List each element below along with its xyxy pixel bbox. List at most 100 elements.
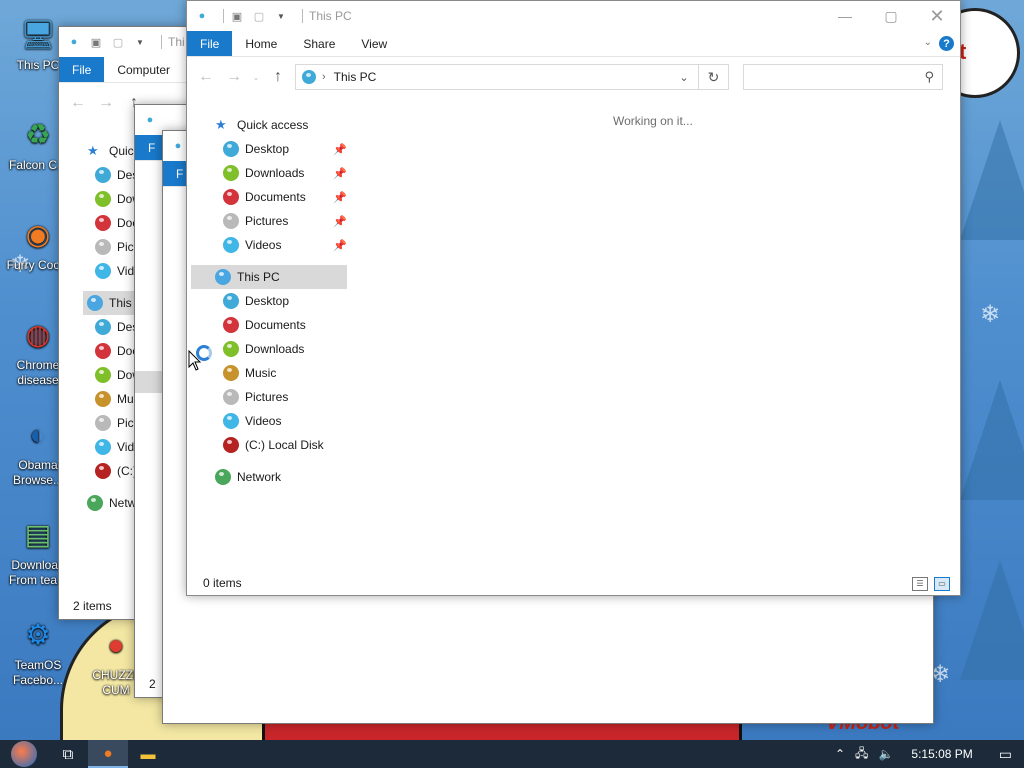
large-icons-view-icon[interactable]: ▭: [934, 577, 950, 591]
new-folder-icon[interactable]: ▢: [111, 35, 125, 49]
status-bar: 0 items ☰ ▭: [187, 571, 960, 595]
nav-quick-videos-label: Videos: [245, 238, 282, 252]
pin-icon[interactable]: 📌: [333, 239, 347, 252]
task-view-icon: ⧉: [62, 745, 74, 763]
nav-quick-downloads[interactable]: Downloads 📌: [191, 161, 347, 185]
ribbon-tabs: File Computer: [59, 57, 187, 83]
nav-pc-item[interactable]: Videos: [191, 409, 347, 433]
address-text: This PC: [333, 70, 377, 84]
window-title: This PC: [309, 9, 352, 23]
nav-this-pc[interactable]: This PC: [191, 265, 347, 289]
nav-quick-videos[interactable]: Videos 📌: [191, 233, 347, 257]
nav-quick-access[interactable]: ★ Quick access: [191, 113, 347, 137]
qat-dropdown-icon[interactable]: ▼: [133, 35, 147, 49]
help-icon[interactable]: ?: [939, 36, 954, 51]
nav-pc-item-label: Downloads: [245, 342, 305, 356]
nav-pc-item[interactable]: Music: [191, 361, 347, 385]
folder-icon: [95, 239, 111, 255]
folder-icon: [223, 317, 239, 333]
nav-quick-desktop-label: Desktop: [245, 142, 290, 156]
properties-icon[interactable]: ▣: [89, 35, 103, 49]
ribbon-tabs: File Home Share View ⌄ ?: [187, 31, 960, 57]
chevron-down-icon[interactable]: ⌄: [674, 65, 694, 89]
title-bar[interactable]: ● ▣ ▢ ▼ This PC — ▢ ✕: [187, 1, 960, 31]
nav-pc-item[interactable]: Downloads: [191, 337, 347, 361]
folder-icon: [87, 495, 103, 511]
taskbar-file-explorer[interactable]: ▬: [128, 740, 168, 768]
pin-icon[interactable]: 📌: [333, 215, 347, 228]
network-icon[interactable]: 🖧: [855, 744, 868, 765]
search-input[interactable]: ⚲: [743, 64, 943, 90]
nav-quick-pictures[interactable]: Pictures 📌: [191, 209, 347, 233]
folder-icon: [223, 213, 239, 229]
pin-icon[interactable]: 📌: [333, 167, 347, 180]
clock[interactable]: 5:15:08 PM: [911, 747, 972, 761]
navigation-bar: ← → ⌄ ↑ › This PC ⌄ ↻ ⚲: [187, 57, 960, 97]
folder-icon: [223, 141, 239, 157]
desktop-icon[interactable]: ⚙ TeamOS Facebo...: [0, 612, 76, 688]
details-view-icon[interactable]: ☰: [912, 577, 928, 591]
start-button[interactable]: [0, 740, 48, 768]
nav-quick-documents[interactable]: Documents 📌: [191, 185, 347, 209]
nav-network[interactable]: Network: [191, 465, 347, 489]
nav-quick-pictures-label: Pictures: [245, 214, 289, 228]
forward-arrow-icon[interactable]: →: [223, 66, 245, 88]
nav-pc-item-label: Pictures: [245, 390, 289, 404]
folder-icon: [223, 413, 239, 429]
address-bar[interactable]: › This PC ⌄ ↻: [295, 64, 729, 90]
action-center-icon[interactable]: ▭: [999, 746, 1012, 763]
folder-icon: [95, 215, 111, 231]
pin-icon[interactable]: 📌: [333, 191, 347, 204]
nav-pc-item[interactable]: (C:) Local Disk: [191, 433, 347, 457]
pin-icon[interactable]: 📌: [333, 143, 347, 156]
tab-file[interactable]: File: [59, 57, 105, 82]
minimize-button[interactable]: —: [822, 1, 868, 31]
taskbar-firefox[interactable]: ●: [88, 740, 128, 768]
qat-dropdown-icon[interactable]: ▼: [274, 9, 288, 23]
tab-computer[interactable]: Computer: [104, 57, 183, 82]
explorer-window-this-pc[interactable]: ● ▣ ▢ ▼ This PC — ▢ ✕ File Home Share Vi…: [186, 0, 961, 596]
folder-icon: [223, 237, 239, 253]
wallpaper-tree: [960, 120, 1024, 240]
recycle-icon: ♻: [25, 118, 51, 150]
folder-icon: [95, 263, 111, 279]
folder-icon: [87, 295, 103, 311]
chevron-right-icon[interactable]: ›: [322, 71, 326, 83]
search-icon[interactable]: ⚲: [924, 69, 934, 85]
new-folder-icon[interactable]: ▢: [252, 9, 266, 23]
tab-home[interactable]: Home: [232, 31, 290, 56]
folder-icon: [223, 341, 239, 357]
volume-icon[interactable]: 🔈: [878, 747, 893, 761]
taskbar: ⧉ ● ▬ ⌃ 🖧 🔈 5:15:08 PM ▭: [0, 740, 1024, 768]
show-hidden-icons-icon[interactable]: ⌃: [835, 747, 845, 761]
task-view-button[interactable]: ⧉: [48, 740, 88, 768]
nav-quick-desktop[interactable]: Desktop 📌: [191, 137, 347, 161]
ribbon-expand-icon[interactable]: ⌄: [924, 37, 932, 48]
nav-pc-item-label: Music: [245, 366, 277, 380]
navigation-pane: ★ Quick access Desktop 📌 Downloads 📌 Documents…: [191, 113, 347, 489]
tab-share[interactable]: Share: [290, 31, 348, 56]
back-arrow-icon[interactable]: ←: [195, 66, 217, 88]
maximize-button[interactable]: ▢: [868, 1, 914, 31]
this-pc-icon: [215, 269, 231, 285]
back-arrow-icon[interactable]: ←: [67, 92, 89, 114]
chrome-icon: ◍: [25, 318, 51, 350]
folder-icon: [95, 191, 111, 207]
forward-arrow-icon[interactable]: →: [95, 92, 117, 114]
tab-file[interactable]: File: [187, 31, 233, 56]
nav-this-pc-label: This PC: [237, 270, 280, 284]
recent-locations-icon[interactable]: ⌄: [251, 66, 261, 88]
tab-view[interactable]: View: [348, 31, 400, 56]
folder-icon: [95, 391, 111, 407]
folder-icon: ▬: [140, 745, 156, 763]
folder-icon: [95, 463, 111, 479]
title-bar[interactable]: ● ▣ ▢ ▼ Thi: [59, 27, 187, 57]
close-button[interactable]: ✕: [914, 1, 960, 31]
nav-pc-item[interactable]: Pictures: [191, 385, 347, 409]
folder-icon: [223, 293, 239, 309]
up-arrow-icon[interactable]: ↑: [267, 66, 289, 88]
properties-icon[interactable]: ▣: [230, 9, 244, 23]
nav-pc-item[interactable]: Desktop: [191, 289, 347, 313]
refresh-icon[interactable]: ↻: [698, 65, 728, 89]
nav-pc-item[interactable]: Documents: [191, 313, 347, 337]
